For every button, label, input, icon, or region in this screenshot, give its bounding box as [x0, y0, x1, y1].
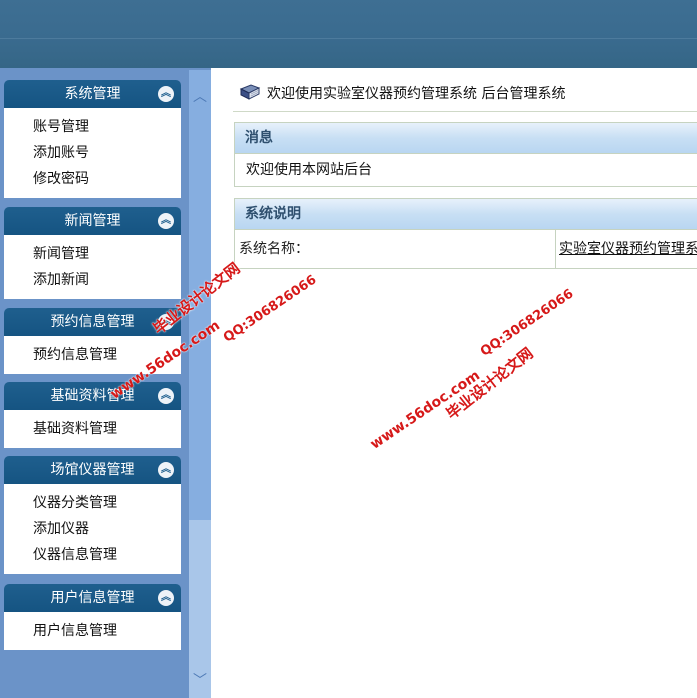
collapse-icon[interactable]: ︽ [158, 213, 174, 229]
menu-group-body: 用户信息管理 [4, 612, 181, 650]
book-icon [239, 84, 261, 100]
column-divider [555, 230, 556, 268]
menu-item-news-manage[interactable]: 新闻管理 [33, 241, 181, 267]
system-name-link[interactable]: 实验室仪器预约管理系统 [559, 230, 697, 268]
menu-group-system: 系统管理 ︽ 账号管理 添加账号 修改密码 [4, 80, 181, 198]
panel-title: 消息 [235, 123, 697, 153]
menu-group-body: 仪器分类管理 添加仪器 仪器信息管理 [4, 484, 181, 574]
menu-group-users: 用户信息管理 ︽ 用户信息管理 [4, 584, 181, 650]
top-header-bar [0, 0, 697, 68]
menu-group-title: 场馆仪器管理 [50, 462, 135, 478]
menu-item-basic-data-manage[interactable]: 基础资料管理 [33, 416, 181, 442]
system-info-table: 系统名称： 实验室仪器预约管理系统 [235, 229, 697, 269]
menu-group-title: 用户信息管理 [50, 590, 135, 606]
menu-item-add-news[interactable]: 添加新闻 [33, 267, 181, 293]
welcome-banner: 欢迎使用实验室仪器预约管理系统 后台管理系统 [239, 82, 565, 106]
menu-item-instrument-category[interactable]: 仪器分类管理 [33, 490, 181, 516]
sidebar-scrollbar[interactable]: ︿ ﹀ [189, 70, 211, 698]
system-info-panel: 系统说明 系统名称： 实验室仪器预约管理系统 [234, 198, 697, 269]
menu-group-body: 新闻管理 添加新闻 [4, 235, 181, 299]
collapse-icon[interactable]: ︽ [158, 388, 174, 404]
message-text: 欢迎使用本网站后台 [235, 153, 697, 186]
welcome-text: 欢迎使用实验室仪器预约管理系统 后台管理系统 [267, 86, 566, 102]
system-name-label: 系统名称： [239, 241, 309, 257]
menu-group-header[interactable]: 新闻管理 ︽ [4, 207, 181, 235]
menu-group-news: 新闻管理 ︽ 新闻管理 添加新闻 [4, 207, 181, 299]
scroll-down-icon[interactable]: ﹀ [189, 670, 211, 692]
panel-title: 系统说明 [235, 199, 697, 229]
menu-item-add-account[interactable]: 添加账号 [33, 140, 181, 166]
message-panel: 消息 欢迎使用本网站后台 [234, 122, 697, 187]
collapse-icon[interactable]: ︽ [158, 462, 174, 478]
menu-group-body: 账号管理 添加账号 修改密码 [4, 108, 181, 198]
menu-group-header[interactable]: 系统管理 ︽ [4, 80, 181, 108]
menu-item-user-info[interactable]: 用户信息管理 [33, 618, 181, 644]
header-divider [0, 38, 697, 39]
menu-group-body: 基础资料管理 [4, 410, 181, 448]
menu-group-header[interactable]: 场馆仪器管理 ︽ [4, 456, 181, 484]
menu-item-change-password[interactable]: 修改密码 [33, 166, 181, 192]
scroll-up-icon[interactable]: ︿ [189, 86, 211, 108]
menu-group-instruments: 场馆仪器管理 ︽ 仪器分类管理 添加仪器 仪器信息管理 [4, 456, 181, 574]
collapse-icon[interactable]: ︽ [158, 590, 174, 606]
collapse-icon[interactable]: ︽ [158, 86, 174, 102]
menu-group-title: 系统管理 [64, 86, 121, 102]
table-row: 系统名称： 实验室仪器预约管理系统 [235, 229, 697, 269]
menu-item-add-instrument[interactable]: 添加仪器 [33, 516, 181, 542]
menu-group-header[interactable]: 用户信息管理 ︽ [4, 584, 181, 612]
menu-group-header[interactable]: 基础资料管理 ︽ [4, 382, 181, 410]
menu-group-basic-data: 基础资料管理 ︽ 基础资料管理 [4, 382, 181, 448]
menu-item-account-manage[interactable]: 账号管理 [33, 114, 181, 140]
menu-group-title: 新闻管理 [64, 213, 121, 229]
menu-item-instrument-info[interactable]: 仪器信息管理 [33, 542, 181, 568]
menu-group-title: 预约信息管理 [50, 314, 135, 330]
welcome-divider [233, 111, 697, 112]
